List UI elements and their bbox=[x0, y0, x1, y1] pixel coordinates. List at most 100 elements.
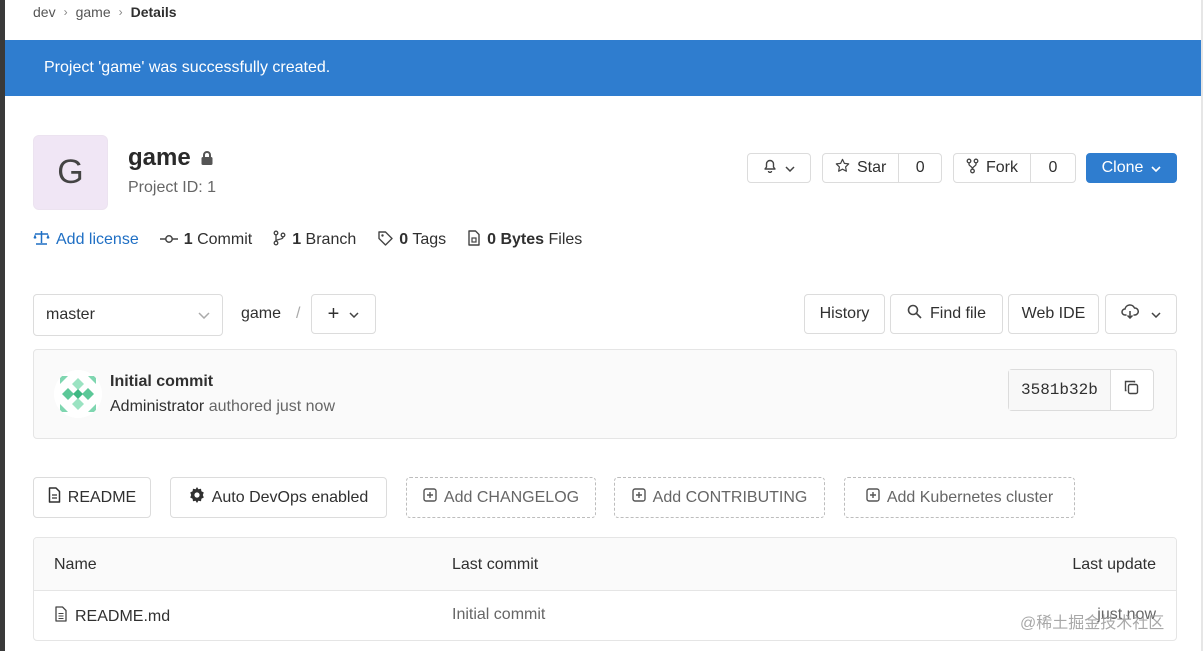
fork-button[interactable]: Fork bbox=[954, 154, 1031, 182]
add-kubernetes-cluster-button[interactable]: Add Kubernetes cluster bbox=[844, 477, 1075, 518]
user-avatar[interactable] bbox=[54, 370, 102, 418]
auto-devops-button[interactable]: Auto DevOps enabled bbox=[170, 477, 387, 518]
star-button[interactable]: Star bbox=[823, 154, 900, 182]
commit-author-link[interactable]: Administrator bbox=[110, 398, 204, 415]
add-changelog-label: Add CHANGELOG bbox=[443, 488, 580, 506]
tags-count: 0 bbox=[399, 231, 409, 248]
add-changelog-button[interactable]: Add CHANGELOG bbox=[406, 477, 596, 518]
plus-square-icon bbox=[866, 488, 880, 507]
file-text-icon bbox=[48, 487, 61, 508]
readme-button[interactable]: README bbox=[33, 477, 151, 518]
flash-success-banner: Project 'game' was successfully created. bbox=[5, 40, 1201, 96]
add-to-tree-dropdown[interactable]: + bbox=[311, 294, 376, 334]
fork-button-group: Fork 0 bbox=[953, 153, 1076, 183]
chevron-down-icon bbox=[198, 306, 210, 324]
history-button[interactable]: History bbox=[804, 294, 885, 334]
table-row[interactable]: README.md Initial commit just now bbox=[34, 591, 1176, 640]
star-count-value: 0 bbox=[915, 159, 925, 176]
commit-sha-link[interactable]: 3581b32b bbox=[1009, 370, 1111, 410]
web-ide-button[interactable]: Web IDE bbox=[1008, 294, 1099, 334]
commits-label: Commit bbox=[197, 231, 253, 248]
fork-label: Fork bbox=[986, 159, 1018, 176]
commits-count: 1 bbox=[183, 231, 193, 248]
flash-message: Project 'game' was successfully created. bbox=[44, 59, 331, 76]
project-avatar-letter: G bbox=[57, 153, 84, 191]
commit-meta: Administrator authored just now bbox=[110, 398, 335, 416]
web-ide-label: Web IDE bbox=[1021, 305, 1086, 322]
plus-square-icon bbox=[631, 488, 646, 507]
chevron-down-icon bbox=[349, 305, 359, 323]
plus-square-icon bbox=[423, 488, 437, 507]
breadcrumb-separator-icon: › bbox=[118, 5, 123, 19]
download-dropdown-button[interactable] bbox=[1105, 294, 1177, 334]
add-license-label: Add license bbox=[56, 231, 139, 248]
branch-icon bbox=[273, 230, 286, 251]
find-file-label: Find file bbox=[929, 305, 987, 322]
chevron-down-icon bbox=[1151, 159, 1161, 177]
column-header-name: Name bbox=[54, 556, 97, 573]
files-size: 0 Bytes bbox=[487, 231, 545, 248]
add-license-link[interactable]: Add license bbox=[33, 230, 139, 250]
commit-sha-group: 3581b32b bbox=[1008, 369, 1154, 411]
tag-icon bbox=[377, 230, 393, 251]
branch-selector[interactable]: master bbox=[33, 294, 223, 336]
file-last-commit-link[interactable]: Initial commit bbox=[452, 606, 545, 624]
add-contributing-button[interactable]: Add CONTRIBUTING bbox=[614, 477, 825, 518]
gear-icon bbox=[189, 487, 205, 508]
breadcrumb-game[interactable]: game bbox=[76, 4, 111, 20]
column-header-last-update: Last update bbox=[1072, 556, 1156, 573]
add-kubernetes-label: Add Kubernetes cluster bbox=[886, 488, 1054, 506]
watermark-text: @稀土掘金技术社区 bbox=[1020, 615, 1165, 632]
last-commit-panel: Initial commit Administrator authored ju… bbox=[33, 349, 1177, 439]
commit-time: authored just now bbox=[208, 398, 336, 415]
cloud-download-icon bbox=[1121, 304, 1139, 324]
history-label: History bbox=[819, 305, 870, 322]
chevron-down-icon bbox=[1151, 305, 1161, 323]
notification-dropdown-button[interactable] bbox=[747, 153, 811, 183]
lock-icon bbox=[200, 150, 214, 166]
breadcrumb: dev › game › Details bbox=[33, 3, 177, 21]
file-name: README.md bbox=[75, 607, 171, 625]
project-stats: Add license 1 Commit 1 Branch 0 Tags 0 B… bbox=[33, 229, 603, 251]
branches-label: Branch bbox=[305, 231, 357, 248]
file-tree-table: Name Last commit Last update README.md I… bbox=[33, 537, 1177, 641]
find-file-button[interactable]: Find file bbox=[890, 294, 1003, 334]
scale-icon bbox=[33, 230, 50, 250]
clone-dropdown-button[interactable]: Clone bbox=[1086, 153, 1177, 183]
clone-label: Clone bbox=[1101, 159, 1144, 176]
tags-link[interactable]: 0 Tags bbox=[377, 230, 446, 251]
branches-link[interactable]: 1 Branch bbox=[273, 230, 356, 251]
breadcrumb-dev[interactable]: dev bbox=[33, 4, 56, 20]
table-header: Name Last commit Last update bbox=[34, 538, 1176, 591]
commit-icon bbox=[159, 231, 178, 249]
column-header-last-commit: Last commit bbox=[452, 556, 539, 573]
readme-label: README bbox=[67, 488, 137, 506]
branch-name: master bbox=[46, 306, 95, 323]
fork-count-value: 0 bbox=[1048, 159, 1058, 176]
files-link[interactable]: 0 Bytes Files bbox=[467, 229, 582, 251]
tags-label: Tags bbox=[412, 231, 447, 248]
commit-title-link[interactable]: Initial commit bbox=[110, 373, 213, 391]
add-contributing-label: Add CONTRIBUTING bbox=[652, 488, 808, 506]
fork-icon bbox=[966, 158, 979, 179]
breadcrumb-separator-icon: › bbox=[63, 5, 68, 19]
breadcrumb-details: Details bbox=[130, 4, 177, 20]
fork-count[interactable]: 0 bbox=[1031, 154, 1075, 182]
auto-devops-label: Auto DevOps enabled bbox=[211, 488, 369, 506]
commits-link[interactable]: 1 Commit bbox=[159, 231, 253, 249]
star-count[interactable]: 0 bbox=[899, 154, 941, 182]
project-avatar: G bbox=[33, 135, 108, 210]
copy-icon bbox=[1124, 380, 1139, 400]
star-label: Star bbox=[857, 159, 887, 176]
chevron-down-icon bbox=[785, 159, 795, 177]
star-button-group: Star 0 bbox=[822, 153, 942, 183]
copy-sha-button[interactable] bbox=[1111, 370, 1153, 410]
path-separator: / bbox=[296, 305, 301, 322]
plus-icon: + bbox=[327, 302, 340, 325]
file-name-link[interactable]: README.md bbox=[54, 606, 170, 627]
file-icon bbox=[467, 229, 481, 251]
star-icon bbox=[835, 158, 850, 178]
repo-path-root[interactable]: game bbox=[241, 305, 281, 323]
file-text-icon bbox=[54, 606, 68, 627]
project-id: Project ID: 1 bbox=[128, 179, 217, 196]
